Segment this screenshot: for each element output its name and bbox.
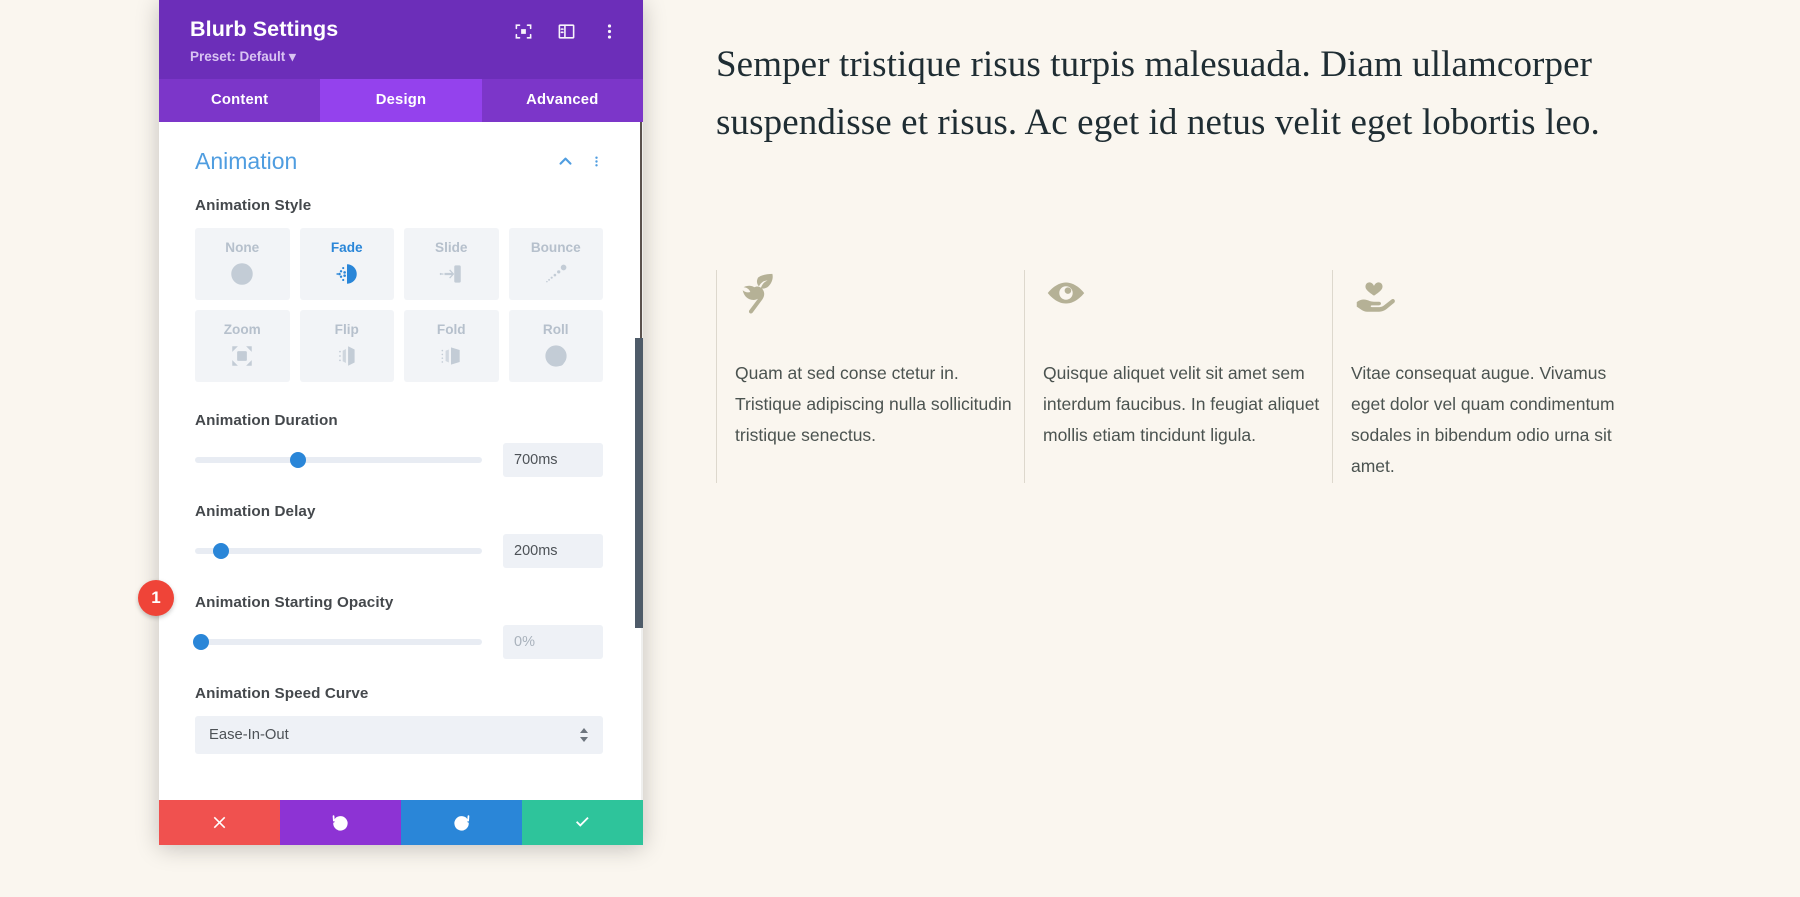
save-button[interactable] [522,800,643,845]
eye-icon [1043,270,1089,316]
page-heading: Semper tristique risus turpis malesuada.… [716,44,1600,144]
modal-body: Animation Animation Style None Fade Slid… [159,121,643,800]
blurb-text: Quam at sed conse ctetur in. Tristique a… [735,363,1012,446]
animation-speed-curve-label: Animation Speed Curve [195,684,369,702]
animation-duration-label: Animation Duration [195,411,338,429]
animation-starting-opacity-field: Animation Starting Opacity 0% [192,593,603,659]
animation-option-fold[interactable]: Fold [404,309,499,382]
cancel-button[interactable] [159,800,280,845]
flip-icon [334,343,360,369]
header-icon-group [514,22,619,41]
redo-button[interactable] [401,800,522,845]
page-content: Semper tristique risus turpis malesuada.… [716,36,1716,153]
tab-design[interactable]: Design [320,78,482,122]
slider-knob[interactable] [212,542,229,559]
tab-content[interactable]: Content [159,79,320,122]
undo-button[interactable] [280,800,401,845]
option-label: Fade [330,240,363,256]
animation-starting-opacity-input[interactable]: 0% [503,624,603,659]
option-label: Roll [542,322,569,338]
animation-speed-curve-field: Animation Speed Curve Ease-In-Out [195,685,603,754]
scrollbar-hairline [640,121,642,342]
animation-duration-input[interactable]: 700ms [503,442,603,477]
modal-header: Blurb Settings Preset: Default ▾ [159,0,643,79]
no-entry-icon [229,261,255,287]
blurb-item[interactable]: Vitae consequat augue. Vivamus eget dolo… [1332,270,1632,483]
animation-style-grid: None Fade Slide Bounce Zoom Flip Fold Ro… [195,227,603,382]
modal-tabs: Content Design Advanced [159,78,643,122]
select-value: Ease-In-Out [209,726,289,743]
check-icon [573,813,592,832]
hand-heart-icon [1351,270,1397,316]
annotation-step-badge: 1 [138,580,174,616]
chevron-updown-icon [579,727,589,742]
more-vertical-icon[interactable] [600,22,619,41]
undo-icon [331,813,350,832]
fade-icon [334,261,360,287]
blurb-item[interactable]: Quam at sed conse ctetur in. Tristique a… [716,270,1016,483]
leaf-branch-icon [735,270,781,316]
slider-knob[interactable] [290,451,307,468]
roll-icon [543,343,569,369]
blurb-item[interactable]: Quisque aliquet velit sit amet sem inter… [1024,270,1324,483]
animation-duration-field: Animation Duration 700ms [195,412,603,477]
preset-selector[interactable]: Preset: Default ▾ [190,49,621,65]
close-icon [210,813,229,832]
animation-option-roll[interactable]: Roll [508,309,603,382]
page-left-margin [0,0,159,897]
animation-duration-slider[interactable] [195,451,482,468]
scrollbar-thumb[interactable] [635,337,643,628]
animation-option-slide[interactable]: Slide [404,227,499,300]
slider-knob[interactable] [192,633,209,650]
redo-icon [452,813,471,832]
animation-starting-opacity-slider[interactable] [192,633,482,650]
bounce-icon [543,261,569,287]
zoom-icon [229,343,255,369]
tab-advanced[interactable]: Advanced [482,79,643,122]
option-label: Flip [334,322,359,338]
option-label: None [225,240,260,256]
layout-panel-icon[interactable] [557,22,576,41]
section-more-vertical-icon[interactable] [590,153,603,170]
option-label: Fold [436,322,466,338]
animation-option-bounce[interactable]: Bounce [508,227,603,300]
option-label: Zoom [223,322,261,338]
slide-icon [438,261,464,287]
animation-delay-field: Animation Delay 200ms [195,503,603,568]
section-title: Animation [195,147,298,174]
animation-starting-opacity-label: Animation Starting Opacity [195,593,394,611]
animation-option-fade[interactable]: Fade [299,227,394,300]
animation-option-none[interactable]: None [195,227,290,300]
option-label: Slide [435,240,468,256]
blurb-text: Vitae consequat augue. Vivamus eget dolo… [1351,363,1615,477]
animation-option-zoom[interactable]: Zoom [195,309,290,382]
fold-icon [438,343,464,369]
option-label: Bounce [530,240,581,256]
animation-delay-slider[interactable] [195,542,482,559]
chevron-up-icon[interactable] [557,153,574,170]
animation-delay-input[interactable]: 200ms [503,533,603,568]
blurb-settings-modal: Blurb Settings Preset: Default ▾ Content… [138,0,643,845]
blurb-row: Quam at sed conse ctetur in. Tristique a… [716,270,1776,483]
animation-style-label: Animation Style [195,196,312,214]
blurb-text: Quisque aliquet velit sit amet sem inter… [1043,363,1320,446]
focus-icon[interactable] [514,22,533,41]
animation-option-flip[interactable]: Flip [299,309,394,382]
modal-footer [159,800,643,845]
animation-speed-curve-select[interactable]: Ease-In-Out [195,715,603,754]
animation-section-header: Animation [195,148,603,175]
animation-delay-label: Animation Delay [195,502,316,520]
